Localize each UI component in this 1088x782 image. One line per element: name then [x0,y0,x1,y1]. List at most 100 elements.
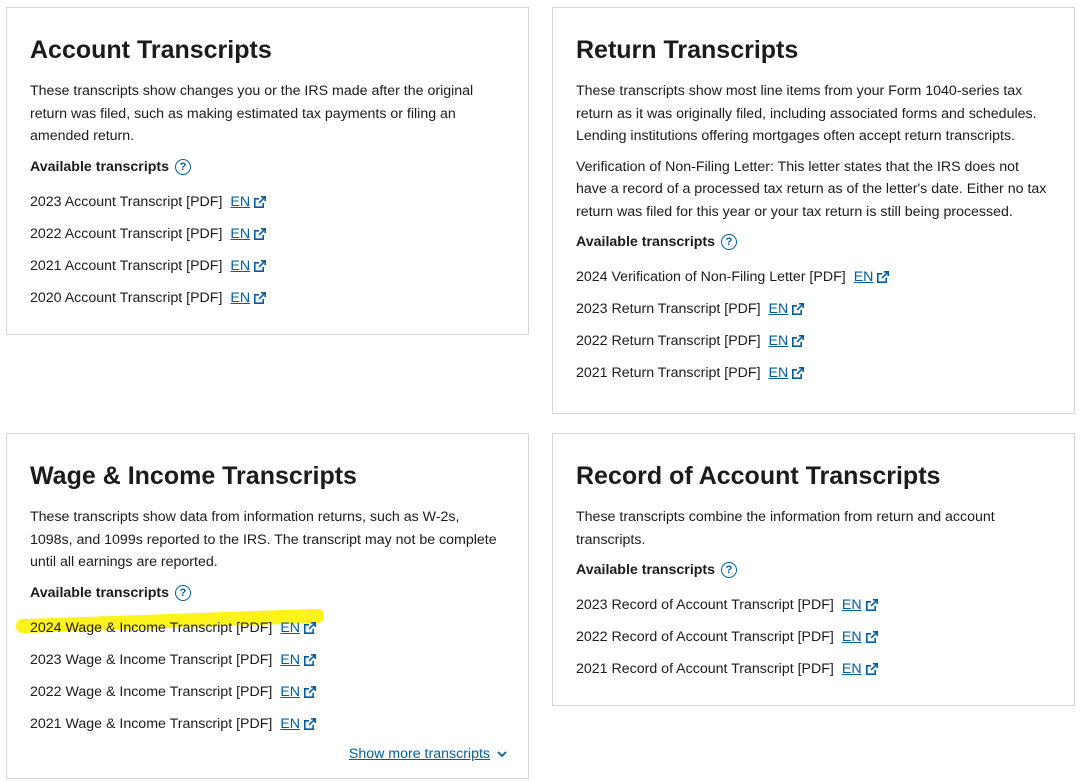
card-title: Wage & Income Transcripts [30,462,357,490]
transcript-name: 2023 Return Transcript [PDF] [576,301,761,317]
transcript-name: 2021 Account Transcript [PDF] [30,257,223,274]
external-link-icon [254,195,267,208]
available-transcripts-label: Available transcripts [30,584,170,601]
transcript-name: 2021 Record of Account Transcript [PDF] [576,661,834,677]
external-link-icon [865,599,878,611]
transcript-name: 2023 Record of Account Transcript [PDF] [576,597,834,613]
transcript-row: 2023 Account Transcript [PDF] EN [30,186,505,218]
card-description: These transcripts show data from informa… [30,509,497,570]
transcript-en-link[interactable]: EN [854,266,891,288]
transcript-name: 2022 Return Transcript [PDF] [576,333,761,349]
transcript-en-link[interactable]: EN [280,649,317,671]
transcript-row: 2023 Record of Account Transcript [PDF] … [576,589,1051,621]
available-transcripts-heading: Available transcripts ? [576,559,1051,581]
external-link-icon [792,367,805,379]
transcript-row: 2024 Verification of Non-Filing Letter [… [576,261,1051,293]
transcript-row: 2022 Account Transcript [PDF] EN [30,218,505,250]
transcript-list: 2023 Account Transcript [PDF] EN 2022 Ac… [30,186,505,314]
external-link-icon [792,303,805,315]
transcript-en-link[interactable]: EN [842,594,879,616]
question-circle-icon[interactable]: ? [721,562,738,578]
external-link-icon [865,663,878,675]
card-description: These transcripts show most line items f… [576,83,1037,144]
card-title: Account Transcripts [30,36,272,64]
transcript-en-link[interactable]: EN [842,626,879,648]
external-link-icon [304,685,317,698]
transcript-row: 2021 Return Transcript [PDF] EN [576,357,1051,389]
link-label[interactable]: EN [769,298,789,320]
transcript-name: 2022 Wage & Income Transcript [PDF] [30,683,273,700]
transcript-row: 2021 Wage & Income Transcript [PDF] EN [30,708,505,740]
card-description: These transcripts show changes you or th… [30,83,474,144]
link-label[interactable]: EN [230,191,250,213]
transcript-row: 2022 Wage & Income Transcript [PDF] EN [30,676,505,708]
transcript-name: 2020 Account Transcript [PDF] [30,289,223,306]
card-description: These transcripts combine the informatio… [576,509,995,548]
transcript-name: 2021 Return Transcript [PDF] [576,365,761,381]
link-label[interactable]: EN [769,330,789,352]
card-title: Return Transcripts [576,36,799,64]
question-circle-icon[interactable]: ? [175,584,192,601]
link-label[interactable]: EN [280,713,300,735]
available-transcripts-heading: Available transcripts ? [30,582,505,604]
transcript-name: 2022 Account Transcript [PDF] [30,225,223,242]
transcript-name: 2021 Wage & Income Transcript [PDF] [30,715,273,732]
external-link-icon [877,271,890,283]
transcript-en-link[interactable]: EN [769,330,806,352]
transcript-row: 2022 Return Transcript [PDF] EN [576,325,1051,357]
external-link-icon [304,621,317,634]
transcript-en-link[interactable]: EN [280,617,317,639]
transcript-en-link[interactable]: EN [230,223,267,245]
external-link-icon [304,653,317,666]
wage-income-transcripts-card: Wage & Income Transcripts These transcri… [6,433,529,779]
external-link-icon [254,227,267,240]
question-circle-icon[interactable]: ? [175,158,192,175]
record-of-account-transcripts-card: Record of Account Transcripts These tran… [552,433,1075,706]
transcript-en-link[interactable]: EN [769,298,806,320]
transcript-en-link[interactable]: EN [230,191,267,213]
show-more-label[interactable]: Show more transcripts [349,746,490,762]
transcript-row: 2022 Record of Account Transcript [PDF] … [576,621,1051,653]
transcript-row: 2021 Account Transcript [PDF] EN [30,250,505,282]
link-label[interactable]: EN [280,617,300,639]
external-link-icon [254,259,267,272]
link-label[interactable]: EN [842,658,862,680]
link-label[interactable]: EN [842,594,862,616]
transcript-name: 2024 Wage & Income Transcript [PDF] [30,619,273,636]
transcript-list: 2024 Wage & Income Transcript [PDF] EN 2… [30,612,505,740]
available-transcripts-heading: Available transcripts ? [576,231,1051,253]
transcript-en-link[interactable]: EN [280,681,317,703]
show-more-transcripts-button[interactable]: Show more transcripts [349,746,508,762]
return-transcripts-card: Return Transcripts These transcripts sho… [552,7,1075,414]
available-transcripts-label: Available transcripts [576,562,716,578]
link-label[interactable]: EN [230,223,250,245]
transcript-name: 2024 Verification of Non-Filing Letter [… [576,269,846,285]
link-label[interactable]: EN [854,266,874,288]
question-circle-icon[interactable]: ? [721,234,738,250]
available-transcripts-heading: Available transcripts ? [30,156,505,178]
chevron-down-icon [497,751,507,758]
transcript-row: 2023 Wage & Income Transcript [PDF] EN [30,644,505,676]
transcript-en-link[interactable]: EN [842,658,879,680]
transcript-en-link[interactable]: EN [769,362,806,384]
transcript-name: 2022 Record of Account Transcript [PDF] [576,629,834,645]
non-filing-description: Verification of Non-Filing Letter: This … [576,158,1047,220]
external-link-icon [254,291,267,304]
link-label[interactable]: EN [842,626,862,648]
link-label[interactable]: EN [280,681,300,703]
transcript-en-link[interactable]: EN [230,287,267,309]
transcript-name: 2023 Account Transcript [PDF] [30,193,223,210]
account-transcripts-card: Account Transcripts These transcripts sh… [6,7,529,335]
transcript-en-link[interactable]: EN [280,713,317,735]
card-title: Record of Account Transcripts [576,462,941,490]
link-label[interactable]: EN [280,649,300,671]
link-label[interactable]: EN [230,255,250,277]
link-label[interactable]: EN [769,362,789,384]
transcript-name: 2023 Wage & Income Transcript [PDF] [30,651,273,668]
transcript-list: 2023 Record of Account Transcript [PDF] … [576,589,1051,685]
transcript-row: 2020 Account Transcript [PDF] EN [30,282,505,314]
external-link-icon [865,631,878,643]
transcript-en-link[interactable]: EN [230,255,267,277]
available-transcripts-label: Available transcripts [576,234,716,250]
link-label[interactable]: EN [230,287,250,309]
